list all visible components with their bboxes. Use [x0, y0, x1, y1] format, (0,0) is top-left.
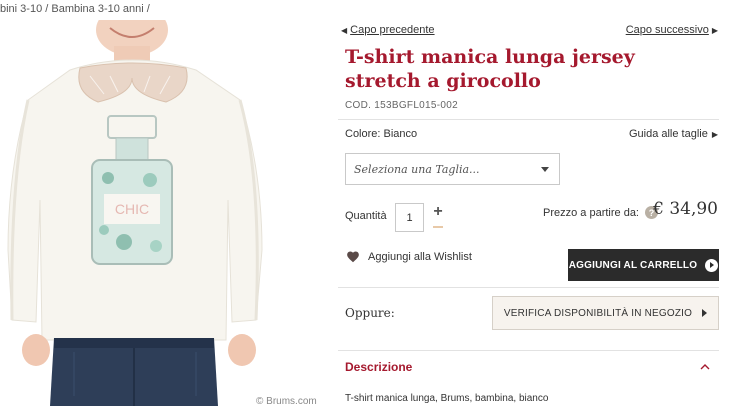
product-image[interactable]: CHIC — [0, 20, 328, 406]
size-guide-label: Guida alle taglie — [628, 128, 708, 140]
product-code: COD. 153BGFL015-002 — [345, 100, 458, 111]
quantity-increase-button[interactable]: + — [430, 202, 446, 226]
add-to-cart-button[interactable]: AGGIUNGI AL CARRELLO — [568, 249, 719, 281]
caret-right-icon — [702, 309, 708, 317]
price-label-group: Prezzo a partire da: ? — [543, 206, 658, 219]
previous-item-label: Capo precedente — [350, 24, 435, 36]
or-label: Oppure: — [345, 306, 395, 320]
check-store-label: VERIFICA DISPONIBILITÀ IN NEGOZIO — [503, 307, 693, 319]
size-guide-link[interactable]: Guida alle taglie ▶ — [629, 128, 718, 140]
play-circle-icon — [705, 258, 719, 272]
quantity-input[interactable]: 1 — [395, 203, 424, 232]
breadcrumb[interactable]: bini 3-10 / Bambina 3-10 anni / — [0, 3, 150, 15]
shirt-print-text: CHIC — [115, 201, 149, 217]
size-select[interactable]: Seleziona una Taglia... — [345, 153, 560, 185]
add-to-cart-label: AGGIUNGI AL CARRELLO — [568, 259, 698, 271]
next-item-label: Capo successivo — [625, 24, 709, 36]
chevron-left-icon: ◀ — [341, 25, 348, 35]
description-heading[interactable]: Descrizione — [345, 360, 412, 374]
product-color: Colore: Bianco — [345, 128, 418, 140]
quantity-underline — [433, 226, 443, 228]
heart-icon — [347, 251, 359, 263]
previous-item-link[interactable]: ◀ Capo precedente — [341, 24, 435, 36]
check-store-availability-button[interactable]: VERIFICA DISPONIBILITÀ IN NEGOZIO — [492, 296, 719, 330]
divider — [338, 287, 719, 288]
chevron-right-icon: ▶ — [711, 25, 718, 35]
quantity-label: Quantità — [345, 210, 387, 222]
description-text: T-shirt manica lunga, Brums, bambina, bi… — [345, 393, 549, 404]
size-select-placeholder: Seleziona una Taglia... — [354, 162, 480, 176]
next-item-link[interactable]: Capo successivo ▶ — [626, 24, 718, 36]
wishlist-label: Aggiungi alla Wishlist — [368, 251, 472, 263]
divider — [338, 119, 719, 120]
caret-down-icon — [541, 166, 549, 172]
image-copyright: © Brums.com — [256, 396, 317, 406]
product-price: € 34,90 — [653, 199, 718, 219]
chevron-right-icon: ▶ — [711, 129, 718, 139]
product-title: T-shirt manica lunga jersey stretch a gi… — [345, 46, 635, 92]
price-label: Prezzo a partire da: — [543, 206, 639, 219]
add-to-wishlist-link[interactable]: Aggiungi alla Wishlist — [346, 250, 472, 264]
divider — [338, 350, 719, 351]
chevron-up-icon[interactable] — [700, 362, 710, 372]
